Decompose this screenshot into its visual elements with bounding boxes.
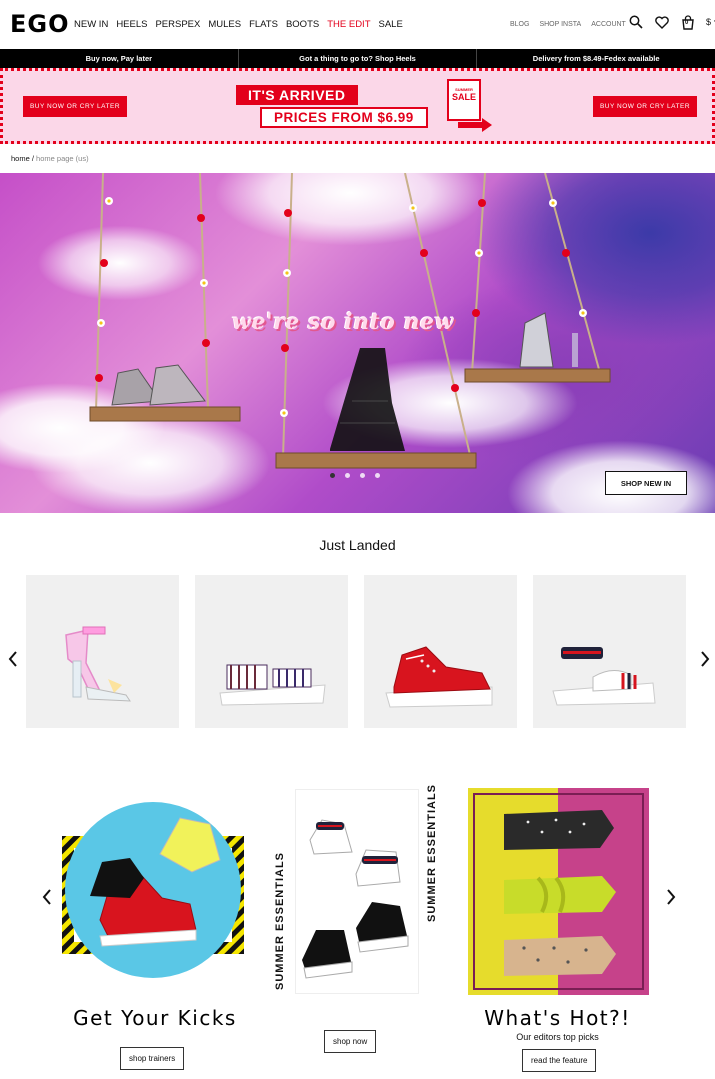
promo-shop-heels[interactable]: Got a thing to go to? Shop Heels: [239, 49, 478, 68]
striped-sandal-image: [219, 664, 326, 706]
slide-dot-3[interactable]: [360, 473, 365, 478]
summer-essentials-label-left: SUMMER ESSENTIALS: [274, 851, 286, 990]
shop-now-button[interactable]: shop now: [324, 1030, 377, 1053]
banner-headline: IT'S ARRIVED: [236, 85, 358, 105]
account-link[interactable]: ACCOUNT: [591, 21, 626, 28]
whats-hot-subtitle: Our editors top picks: [516, 1032, 599, 1042]
hero-title: we're so into new: [232, 309, 454, 335]
clear-heel-sandal-image: [65, 626, 131, 702]
tile-get-your-kicks[interactable]: [60, 800, 250, 985]
just-landed-title: Just Landed: [319, 537, 396, 553]
product-card-clear-heel[interactable]: [26, 575, 179, 728]
nav-item-perspex[interactable]: PERSPEX: [155, 19, 200, 30]
tiles-chevron-right-icon[interactable]: [666, 886, 676, 910]
product-card-white-sandal[interactable]: [533, 575, 686, 728]
bag-icon[interactable]: 0: [680, 14, 696, 30]
nav-item-boots[interactable]: BOOTS: [286, 19, 319, 30]
whats-hot-image: [468, 788, 649, 995]
promo-delivery[interactable]: Delivery from $8.49-Fedex available: [477, 49, 715, 68]
buy-now-button-left[interactable]: BUY NOW OR CRY LATER: [23, 96, 127, 117]
heart-icon[interactable]: [654, 14, 670, 30]
kicks-title: Get Your Kicks: [73, 1006, 237, 1030]
buy-now-button-right[interactable]: BUY NOW OR CRY LATER: [593, 96, 697, 117]
whats-hot-title: What's Hot?!: [484, 1006, 631, 1030]
breadcrumb-separator: /: [31, 154, 34, 163]
sale-tag-icon: SUMMER SALE: [447, 79, 481, 121]
slide-dot-2[interactable]: [345, 473, 350, 478]
blog-link[interactable]: BLOG: [510, 21, 529, 28]
shop-new-in-button[interactable]: SHOP NEW IN: [605, 471, 687, 495]
white-sandal-image: [552, 647, 656, 706]
slide-dot-4[interactable]: [375, 473, 380, 478]
currency-selector[interactable]: $: [706, 17, 715, 27]
shop-trainers-button[interactable]: shop trainers: [120, 1047, 185, 1070]
utility-links: BLOG SHOP INSTA ACCOUNT: [510, 21, 626, 28]
summer-sale-banner[interactable]: BUY NOW OR CRY LATER IT'S ARRIVED PRICES…: [0, 68, 715, 144]
logo[interactable]: EGO: [10, 10, 70, 38]
banner-prices: PRICES FROM $6.99: [260, 107, 428, 128]
site-header: EGO NEW IN HEELS PERSPEX MULES FLATS BOO…: [0, 0, 715, 49]
header-icons: 0 $: [628, 14, 715, 30]
arrow-right-icon: [458, 118, 492, 132]
nav-item-mules[interactable]: MULES: [208, 19, 241, 30]
breadcrumb: home / home page (us): [11, 154, 89, 163]
nav-item-heels[interactable]: HEELS: [116, 19, 147, 30]
red-trainer-image: [385, 646, 493, 708]
nav-item-sale[interactable]: SALE: [379, 19, 403, 30]
nav-item-new-in[interactable]: NEW IN: [74, 19, 108, 30]
main-nav: NEW IN HEELS PERSPEX MULES FLATS BOOTS T…: [74, 19, 403, 30]
tile-whats-hot[interactable]: [468, 788, 649, 995]
product-card-red-trainer[interactable]: [364, 575, 517, 728]
read-the-feature-button[interactable]: read the feature: [522, 1049, 597, 1072]
chevron-left-icon[interactable]: [8, 648, 18, 672]
breadcrumb-current: home page (us): [36, 154, 89, 163]
kicks-tile-image: [62, 802, 244, 978]
summer-essentials-image: [302, 819, 409, 979]
shop-insta-link[interactable]: SHOP INSTA: [539, 21, 581, 28]
hero-slide-dots: [330, 473, 380, 478]
breadcrumb-home[interactable]: home: [11, 154, 30, 163]
tile-summer-essentials[interactable]: [295, 789, 419, 994]
promo-pay-later[interactable]: Buy now, Pay later: [0, 49, 239, 68]
hero-swings-illustration: [89, 173, 611, 469]
nav-item-flats[interactable]: FLATS: [249, 19, 278, 30]
bag-count: 0: [685, 20, 689, 26]
product-card-striped-sandal[interactable]: [195, 575, 348, 728]
summer-essentials-label-right: SUMMER ESSENTIALS: [426, 783, 438, 922]
currency-label: $: [706, 17, 712, 27]
nav-item-the-edit[interactable]: THE EDIT: [327, 19, 370, 30]
promo-bar: Buy now, Pay later Got a thing to go to?…: [0, 49, 715, 68]
hero-banner[interactable]: we're so into new SHOP NEW IN: [0, 173, 715, 513]
slide-dot-1[interactable]: [330, 473, 335, 478]
sale-tag-main: SALE: [451, 92, 476, 102]
chevron-right-icon[interactable]: [700, 648, 710, 672]
tiles-chevron-left-icon[interactable]: [42, 886, 52, 910]
search-icon[interactable]: [628, 14, 644, 30]
